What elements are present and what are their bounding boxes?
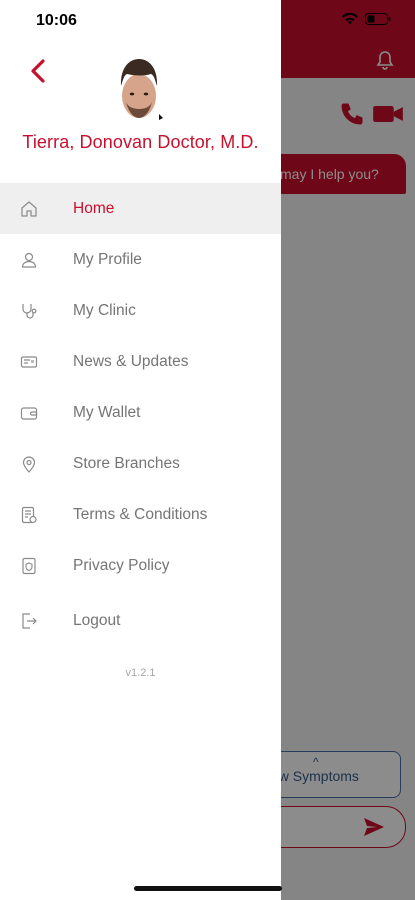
home-indicator [134, 886, 282, 891]
menu-item-label: Terms & Conditions [73, 505, 208, 523]
status-time: 10:06 [36, 12, 77, 29]
status-icons [341, 13, 391, 25]
menu-item-label: My Profile [73, 250, 142, 268]
wifi-icon [342, 13, 358, 25]
logout-label: Logout [73, 611, 121, 629]
menu-item-label: News & Updates [73, 352, 189, 370]
menu-item-label: Home [73, 199, 115, 217]
wallet-icon [19, 403, 39, 423]
app-version: v1.2.1 [125, 667, 156, 679]
drawer-menu: Home My Profile My Clinic News & Updates… [0, 183, 281, 646]
menu-item-home[interactable]: Home [0, 183, 281, 234]
menu-item-my-wallet[interactable]: My Wallet [0, 387, 281, 438]
logout-icon [19, 611, 39, 631]
back-chevron-icon[interactable] [24, 56, 54, 86]
menu-item-privacy-policy[interactable]: Privacy Policy [0, 540, 281, 591]
location-pin-icon [19, 454, 39, 474]
menu-item-label: My Wallet [73, 403, 141, 421]
menu-item-label: My Clinic [73, 301, 136, 319]
menu-item-label: Privacy Policy [73, 556, 170, 574]
shield-document-icon [19, 556, 39, 576]
menu-item-news-updates[interactable]: News & Updates [0, 336, 281, 387]
menu-item-store-branches[interactable]: Store Branches [0, 438, 281, 489]
menu-item-my-profile[interactable]: My Profile [0, 234, 281, 285]
newspaper-icon [19, 352, 39, 372]
menu-item-logout[interactable]: Logout [0, 595, 281, 646]
home-icon [19, 199, 39, 219]
menu-item-label: Store Branches [73, 454, 180, 472]
navigation-drawer: 10:06 Tierra, Donovan Doctor, M.D. Home … [0, 0, 281, 900]
user-icon [19, 250, 39, 270]
document-check-icon [19, 505, 39, 525]
battery-icon [365, 13, 391, 25]
doctor-name: Tierra, Donovan Doctor, M.D. [22, 132, 259, 152]
menu-item-my-clinic[interactable]: My Clinic [0, 285, 281, 336]
stethoscope-icon [19, 301, 39, 321]
menu-item-terms-conditions[interactable]: Terms & Conditions [0, 489, 281, 540]
avatar[interactable] [115, 50, 163, 120]
